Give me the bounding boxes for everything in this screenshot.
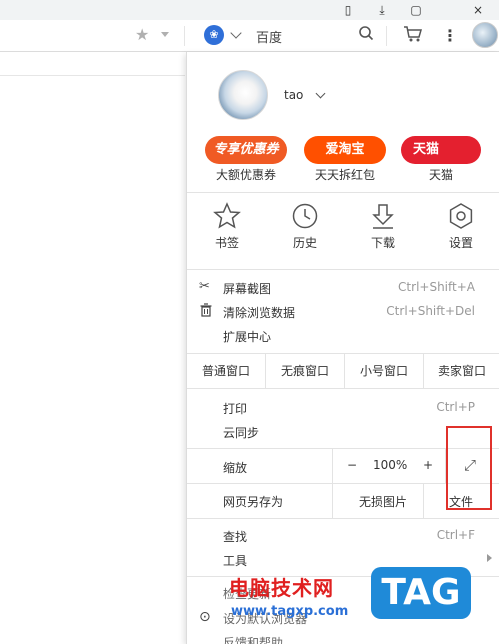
pin-icon[interactable]: ▢	[408, 2, 424, 18]
save-lossless-image[interactable]: 无损图片	[359, 493, 407, 510]
download-icon	[372, 204, 394, 229]
chevron-right-icon	[487, 554, 492, 562]
cart-icon[interactable]	[402, 25, 424, 47]
scissors-icon: ✂	[199, 279, 210, 294]
window-mode-seller[interactable]: 卖家窗口	[424, 354, 499, 388]
zoom-level: 100%	[373, 458, 408, 472]
history-clock-icon	[292, 203, 318, 229]
chevron-down-icon[interactable]	[230, 27, 242, 39]
more-icon[interactable]: ⋮	[442, 25, 458, 47]
menu-item-screenshot[interactable]: 屏幕截图	[223, 280, 271, 297]
save-page-label: 网页另存为	[223, 495, 284, 509]
promo-aitaobao-badge[interactable]: 爱淘宝	[304, 136, 386, 164]
window-mode-incognito[interactable]: 无痕窗口	[266, 354, 344, 388]
menu-item-clear-data[interactable]: 清除浏览数据	[223, 304, 295, 321]
quick-settings[interactable]: 设置	[437, 202, 485, 258]
quick-downloads[interactable]: 下载	[359, 202, 407, 258]
shortcut-clear-data: Ctrl+Shift+Del	[386, 304, 475, 318]
zoom-out-button[interactable]: −	[347, 458, 357, 472]
cell-divider	[423, 484, 424, 518]
shortcut-screenshot: Ctrl+Shift+A	[398, 280, 475, 294]
zoom-label: 缩放	[223, 461, 248, 475]
close-icon[interactable]: ×	[470, 2, 486, 18]
watermark-title: 电脑技术网	[229, 576, 334, 600]
menu-item-cloud-sync[interactable]: 云同步	[223, 424, 259, 441]
menu-divider	[187, 192, 499, 193]
menu-item-print[interactable]: 打印	[223, 400, 247, 417]
promo-tmall-label[interactable]: 天猫	[401, 166, 481, 183]
shortcut-find: Ctrl+F	[436, 528, 475, 542]
window-mode-alt-account[interactable]: 小号窗口	[345, 354, 423, 388]
zoom-in-button[interactable]: +	[423, 458, 433, 472]
cell-divider	[332, 449, 333, 483]
menu-item-extensions[interactable]: 扩展中心	[223, 328, 271, 345]
promo-coupon-badge[interactable]: 专享优惠券	[205, 136, 287, 164]
watermark-badge: TAG	[371, 567, 471, 619]
promo-aitaobao-label[interactable]: 天天拆红包	[304, 166, 386, 183]
title-bar: ▯ ⤓ ▢ ×	[0, 0, 499, 20]
toolbar-divider	[386, 26, 387, 46]
cell-divider	[332, 484, 333, 518]
star-icon[interactable]: ★	[135, 25, 149, 44]
browser-menu: tao 专享优惠券 大额优惠券 爱淘宝 天天拆红包 天猫 天猫 书签 历史 下载…	[186, 52, 499, 644]
shortcut-print: Ctrl+P	[436, 400, 475, 414]
username[interactable]: tao	[284, 88, 303, 102]
highlight-box	[446, 426, 492, 510]
menu-item-tools[interactable]: 工具	[223, 552, 247, 569]
settings-gear-icon	[449, 203, 473, 229]
bar-icon[interactable]: ▯	[340, 2, 356, 18]
search-engine-icon[interactable]: ❀	[204, 25, 224, 45]
watermark-url: www.tagxp.com	[231, 604, 349, 619]
menu-divider	[187, 269, 499, 270]
trash-icon	[199, 303, 213, 321]
menu-item-find[interactable]: 查找	[223, 528, 247, 545]
default-browser-icon: ⊙	[199, 609, 211, 625]
quick-history[interactable]: 历史	[281, 202, 329, 258]
bookmark-star-icon	[213, 202, 241, 229]
profile-avatar[interactable]	[218, 70, 268, 120]
download-icon[interactable]: ⤓	[374, 2, 390, 18]
chevron-down-icon[interactable]	[315, 88, 326, 99]
window-mode-normal[interactable]: 普通窗口	[187, 354, 265, 388]
promo-tmall-badge[interactable]: 天猫	[401, 136, 481, 164]
promo-coupon-label[interactable]: 大额优惠券	[205, 166, 287, 183]
chevron-down-icon[interactable]	[161, 32, 169, 37]
menu-divider	[187, 388, 499, 389]
toolbar-divider	[184, 26, 185, 46]
browser-toolbar: ★ ❀ 百度 ⋮	[0, 20, 499, 52]
menu-item-feedback[interactable]: 反馈和帮助	[223, 634, 283, 644]
page-divider	[0, 75, 185, 76]
menu-divider	[187, 518, 499, 519]
search-engine-name[interactable]: 百度	[256, 27, 282, 46]
search-icon[interactable]	[356, 25, 376, 47]
quick-bookmarks[interactable]: 书签	[203, 202, 251, 258]
avatar[interactable]	[472, 22, 498, 48]
